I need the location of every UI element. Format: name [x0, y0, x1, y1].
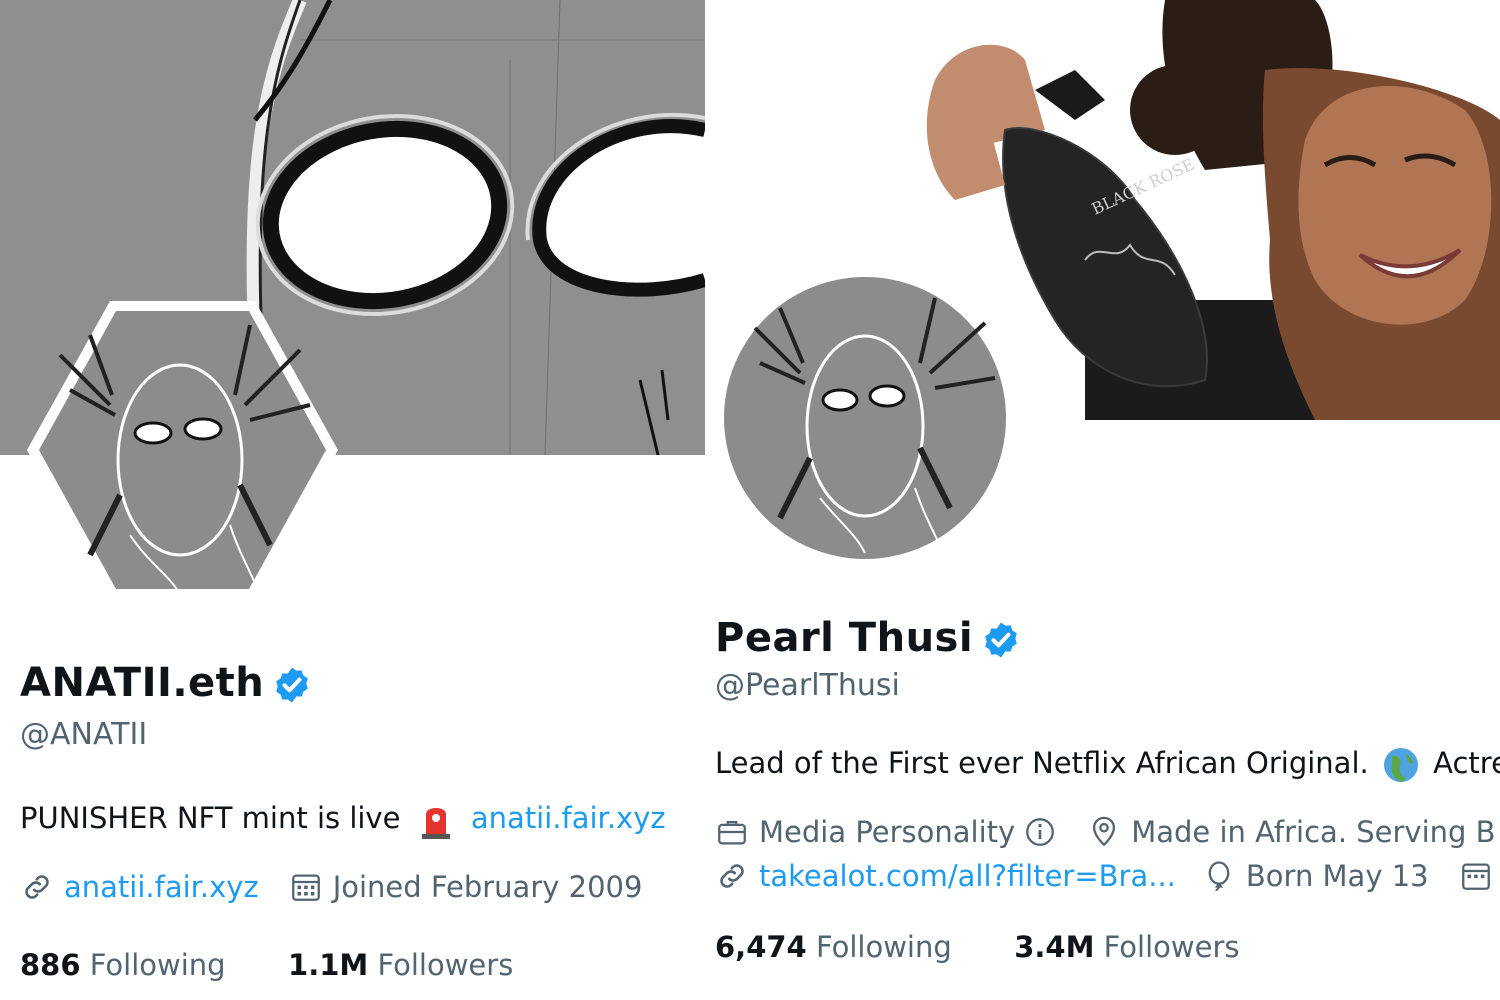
profile-bio: Lead of the First ever Netflix African O…	[715, 746, 1500, 784]
following-count: 6,474	[715, 930, 807, 964]
globe-icon	[1383, 748, 1418, 782]
link-icon	[25, 875, 49, 899]
joined-date: Joined February 2009	[332, 870, 643, 904]
link-icon	[720, 864, 744, 888]
profile-stats: 886 Following 1.1M Followers	[20, 948, 513, 982]
bio-text: PUNISHER NFT mint is live	[20, 801, 401, 835]
profile-category: Media Personality	[759, 815, 1016, 849]
profile-meta-row-1: Media Personality Made in Africa. Servin…	[715, 815, 1496, 849]
profile-right: BLACK ROSE Pearl Thusi @PearlThusi Lead …	[705, 0, 1500, 1000]
following-stat[interactable]: 886 Following	[20, 948, 226, 982]
display-name: ANATII.eth	[20, 660, 265, 706]
bio-link[interactable]: anatii.fair.xyz	[471, 801, 666, 835]
followers-stat[interactable]: 1.1M Followers	[288, 948, 513, 982]
followers-label: Followers	[1103, 930, 1240, 964]
profile-bio: PUNISHER NFT mint is live anatii.fair.xy…	[20, 800, 666, 840]
followers-label: Followers	[377, 948, 514, 982]
profile-avatar-nft[interactable]	[20, 295, 345, 605]
birth-date: Born May 13	[1245, 859, 1429, 893]
profile-handle: @ANATII	[20, 717, 148, 752]
calendar-icon	[1461, 863, 1490, 890]
following-label: Following	[89, 948, 226, 982]
followers-stat[interactable]: 3.4M Followers	[1014, 930, 1239, 964]
profile-name: ANATII.eth	[20, 660, 312, 706]
profile-name: Pearl Thusi	[715, 615, 1021, 661]
profile-handle: @PearlThusi	[715, 668, 900, 703]
siren-icon	[421, 808, 450, 839]
followers-count: 1.1M	[288, 948, 369, 982]
following-label: Following	[815, 930, 952, 964]
display-name: Pearl Thusi	[715, 615, 974, 661]
briefcase-icon	[718, 820, 746, 845]
profile-meta-row-2: takealot.com/all?filter=Bra... Born May …	[715, 859, 1500, 893]
profile-left: ANATII.eth @ANATII PUNISHER NFT mint is …	[0, 0, 705, 1000]
followers-count: 3.4M	[1014, 930, 1095, 964]
profile-location: Made in Africa. Serving B	[1131, 815, 1496, 849]
profile-meta: anatii.fair.xyz Joined February 2009	[20, 870, 642, 904]
info-icon[interactable]	[1023, 815, 1057, 849]
bio-text: Lead of the First ever Netflix African O…	[715, 746, 1369, 780]
location-icon	[1093, 816, 1116, 847]
profile-stats: 6,474 Following 3.4M Followers	[715, 930, 1240, 964]
balloon-icon	[1208, 861, 1230, 892]
website-link[interactable]: anatii.fair.xyz	[64, 870, 259, 904]
profile-avatar-nft[interactable]	[715, 268, 1015, 568]
following-count: 886	[20, 948, 81, 982]
calendar-icon	[291, 874, 320, 901]
verified-icon	[985, 622, 1017, 658]
verified-icon	[276, 667, 309, 703]
bio-text-continued: Actre	[1433, 746, 1500, 780]
website-link[interactable]: takealot.com/all?filter=Bra...	[759, 859, 1176, 893]
following-stat[interactable]: 6,474 Following	[715, 930, 952, 964]
